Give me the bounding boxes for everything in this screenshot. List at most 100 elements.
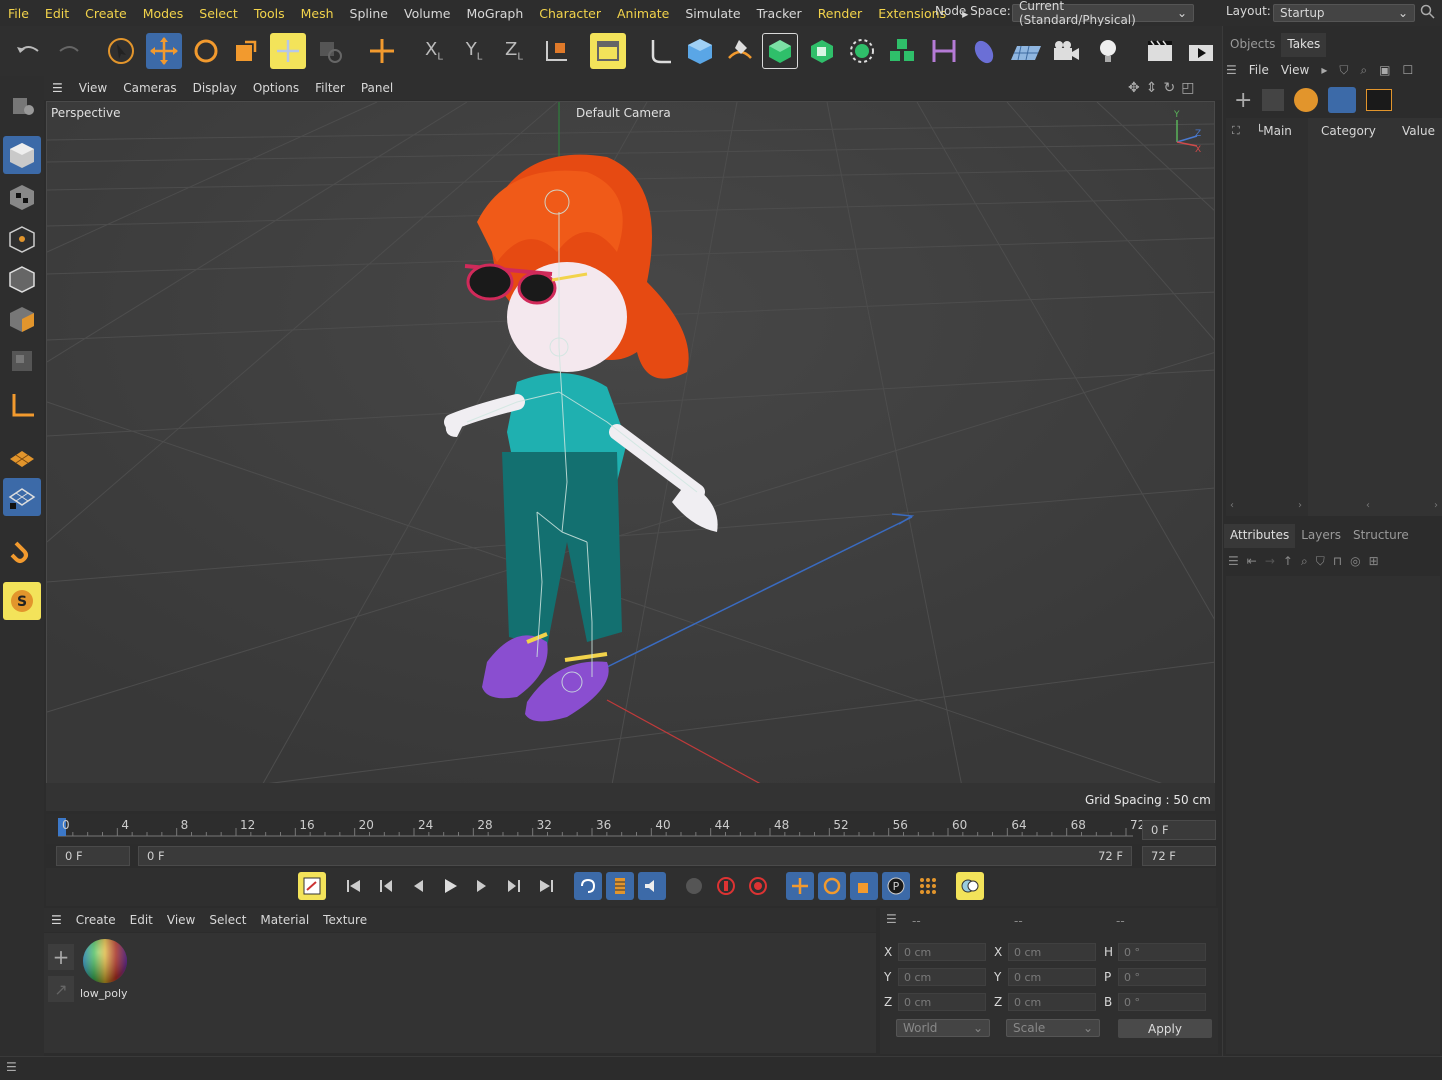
search-icon[interactable]: ⌕ bbox=[1301, 554, 1308, 569]
viewport-menu-filter[interactable]: Filter bbox=[307, 81, 353, 95]
texture-mode-icon[interactable] bbox=[3, 178, 41, 216]
x-axis-lock-icon[interactable]: XL bbox=[416, 33, 452, 69]
play-icon[interactable] bbox=[436, 872, 464, 900]
make-editable-icon[interactable] bbox=[3, 86, 41, 124]
floor-environment-icon[interactable] bbox=[1008, 33, 1044, 69]
workplane-icon[interactable] bbox=[3, 478, 41, 516]
hamburger-icon[interactable]: ☰ bbox=[44, 81, 71, 95]
mograph-cloner-icon[interactable] bbox=[844, 33, 880, 69]
menu-tracker[interactable]: Tracker bbox=[749, 6, 810, 21]
extrude-icon[interactable] bbox=[804, 33, 840, 69]
tab-layers[interactable]: Layers bbox=[1295, 524, 1347, 548]
start-frame-field[interactable]: 0 F bbox=[56, 846, 130, 866]
array-cubes-icon[interactable] bbox=[884, 33, 920, 69]
3d-viewport[interactable]: Y Z X bbox=[46, 101, 1215, 811]
material-list[interactable] bbox=[44, 933, 876, 1053]
takes-menu-view[interactable]: View bbox=[1281, 63, 1309, 77]
maximize-view-icon[interactable]: ◰ bbox=[1181, 80, 1194, 96]
current-frame-field[interactable]: 0 F bbox=[1142, 820, 1216, 840]
transform-tool-icon[interactable] bbox=[270, 33, 306, 69]
menu-mesh[interactable]: Mesh bbox=[293, 6, 342, 21]
autokey-icon[interactable] bbox=[712, 872, 740, 900]
move-tool-icon[interactable] bbox=[146, 33, 182, 69]
preview-range-slider[interactable]: 0 F 72 F bbox=[138, 846, 1132, 866]
snapping-magnet-icon[interactable] bbox=[3, 532, 41, 570]
pan-icon[interactable]: ✥ bbox=[1128, 80, 1140, 96]
key-position-icon[interactable] bbox=[786, 872, 814, 900]
column-value[interactable]: Value bbox=[1402, 124, 1435, 138]
auto-take-icon[interactable] bbox=[1328, 87, 1357, 113]
hamburger-icon[interactable]: ☰ bbox=[1226, 63, 1237, 77]
y-axis-lock-icon[interactable]: YL bbox=[456, 33, 492, 69]
new-panel-icon[interactable]: ⊞ bbox=[1369, 554, 1379, 568]
menu-create[interactable]: Create bbox=[77, 6, 135, 21]
dolly-icon[interactable]: ⇕ bbox=[1146, 80, 1158, 96]
go-to-end-icon[interactable] bbox=[532, 872, 560, 900]
override-group-icon[interactable] bbox=[1294, 88, 1319, 112]
key-parameter-icon[interactable]: P bbox=[882, 872, 910, 900]
takes-scrollbar[interactable]: ‹ › ‹ › bbox=[1226, 500, 1442, 514]
scroll-left-icon[interactable]: ‹ bbox=[1230, 500, 1234, 514]
back-arrow-icon[interactable]: ⇤ bbox=[1247, 554, 1257, 568]
viewport-camera-label[interactable]: Default Camera bbox=[576, 106, 671, 120]
menu-edit[interactable]: Edit bbox=[37, 6, 77, 21]
material-menu-view[interactable]: View bbox=[160, 913, 202, 927]
material-swatch[interactable]: low_poly bbox=[80, 936, 132, 1004]
subdivision-surface-icon[interactable] bbox=[762, 33, 798, 69]
motion-system-icon[interactable] bbox=[956, 872, 984, 900]
menu-modes[interactable]: Modes bbox=[135, 6, 192, 21]
light-object-icon[interactable] bbox=[1090, 33, 1126, 69]
hamburger-icon[interactable]: ☰ bbox=[1228, 554, 1239, 568]
solo-mode-icon[interactable]: S bbox=[3, 582, 41, 620]
coord-rot-b-field[interactable]: 0 ° bbox=[1118, 993, 1206, 1011]
record-keyframe-icon[interactable] bbox=[744, 872, 772, 900]
render-region-icon[interactable] bbox=[590, 33, 626, 69]
previous-key-icon[interactable] bbox=[372, 872, 400, 900]
key-scale-icon[interactable] bbox=[850, 872, 878, 900]
cube-object-icon[interactable] bbox=[682, 33, 718, 69]
coordinate-system-icon[interactable] bbox=[538, 33, 574, 69]
lock-icon[interactable]: ⊓ bbox=[1333, 554, 1342, 568]
hamburger-icon[interactable]: ☰ bbox=[886, 912, 897, 926]
frame-rate-icon[interactable] bbox=[606, 872, 634, 900]
live-selection-icon[interactable] bbox=[103, 33, 139, 69]
coord-pos-y-field[interactable]: 0 cm bbox=[898, 968, 986, 986]
menu-file[interactable]: File bbox=[0, 6, 37, 21]
scroll-right-icon[interactable]: › bbox=[1298, 500, 1302, 514]
menu-simulate[interactable]: Simulate bbox=[677, 6, 748, 21]
menu-mograph[interactable]: MoGraph bbox=[458, 6, 531, 21]
take-override-icon[interactable] bbox=[1262, 89, 1285, 111]
coord-pos-z-field[interactable]: 0 cm bbox=[898, 993, 986, 1011]
scroll-left-icon[interactable]: ‹ bbox=[1366, 500, 1370, 514]
model-mode-icon[interactable] bbox=[3, 136, 41, 174]
maximize-panel-icon[interactable]: ☐ bbox=[1402, 63, 1413, 77]
axis-mode-icon[interactable] bbox=[3, 386, 41, 424]
spline-pen-icon[interactable] bbox=[642, 33, 678, 69]
next-key-icon[interactable] bbox=[500, 872, 528, 900]
layout-panel-icon[interactable]: ▣ bbox=[1379, 63, 1390, 77]
lock-axes-icon[interactable] bbox=[312, 33, 348, 69]
takes-menu-file[interactable]: File bbox=[1249, 63, 1269, 77]
key-rotation-icon[interactable] bbox=[818, 872, 846, 900]
field-icon[interactable] bbox=[966, 33, 1002, 69]
material-menu-select[interactable]: Select bbox=[202, 913, 253, 927]
material-menu-texture[interactable]: Texture bbox=[316, 913, 374, 927]
end-frame-field[interactable]: 72 F bbox=[1142, 846, 1216, 866]
coord-pos-x-field[interactable]: 0 cm bbox=[898, 943, 986, 961]
camera-object-icon[interactable] bbox=[1048, 33, 1084, 69]
redo-icon[interactable] bbox=[52, 33, 88, 69]
timeline-ruler[interactable]: 0 4 8 12 16 20 24 28 32 36 40 44 48 52 56 60 64 68 72 bbox=[46, 814, 1216, 844]
edges-mode-icon[interactable] bbox=[3, 260, 41, 298]
viewport-menu-view[interactable]: View bbox=[71, 81, 115, 95]
points-mode-icon[interactable] bbox=[3, 220, 41, 258]
viewport-menu-options[interactable]: Options bbox=[245, 81, 307, 95]
coord-space-dropdown[interactable]: World ⌄ bbox=[896, 1019, 990, 1037]
go-to-start-icon[interactable] bbox=[340, 872, 368, 900]
menu-tools[interactable]: Tools bbox=[246, 6, 293, 21]
target-icon[interactable]: ◎ bbox=[1350, 554, 1360, 568]
filter-icon[interactable]: ⛉ bbox=[1316, 554, 1325, 569]
menu-animate[interactable]: Animate bbox=[609, 6, 677, 21]
menu-spline[interactable]: Spline bbox=[342, 6, 396, 21]
take-checkbox-icon[interactable]: ⛶ bbox=[1232, 124, 1240, 138]
undo-icon[interactable] bbox=[10, 33, 46, 69]
